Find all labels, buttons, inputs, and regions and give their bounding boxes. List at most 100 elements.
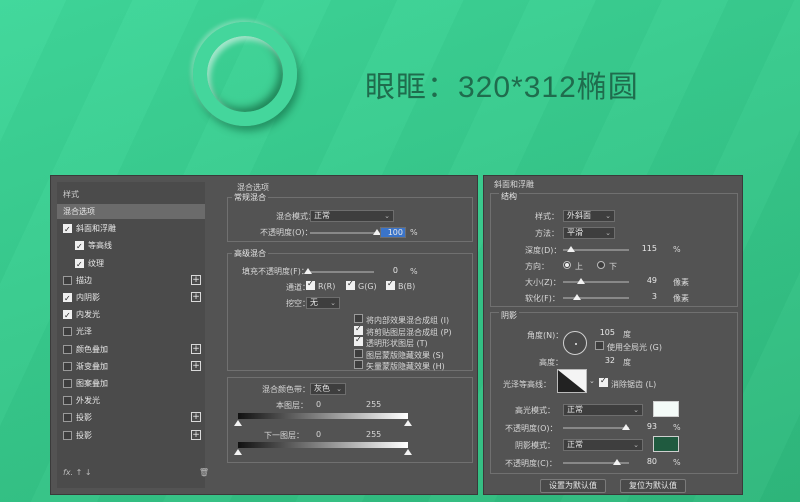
trash-icon[interactable]: 🗑	[199, 468, 209, 477]
style-list-item[interactable]: 光泽	[57, 324, 205, 339]
style-list-item[interactable]: 混合选项	[57, 204, 205, 219]
add-instance-icon[interactable]: +	[191, 343, 201, 354]
advanced-option-checkbox[interactable]	[354, 360, 363, 369]
add-instance-icon[interactable]: +	[191, 292, 201, 302]
this-layer-black-thumb[interactable]	[234, 420, 242, 426]
direction-up-label: 上	[575, 262, 583, 271]
style-enable-checkbox[interactable]	[63, 430, 72, 440]
style-enable-checkbox[interactable]	[63, 344, 72, 354]
channel-g-checkbox[interactable]	[346, 279, 355, 290]
add-instance-icon[interactable]: +	[191, 360, 201, 371]
fill-opacity-slider-thumb[interactable]	[304, 268, 312, 274]
highlight-color-swatch[interactable]	[653, 401, 679, 417]
style-enable-checkbox[interactable]	[75, 257, 84, 272]
style-list-item[interactable]: 投影 +	[57, 428, 205, 443]
chevron-down-icon: ⌄	[605, 212, 611, 220]
shadow-color-swatch[interactable]	[653, 436, 679, 452]
gloss-contour-picker[interactable]	[557, 369, 587, 393]
highlight-mode-select[interactable]: 正常 ⌄	[563, 404, 643, 416]
size-unit: 像素	[673, 278, 689, 287]
opacity-input[interactable]: 100	[380, 227, 406, 238]
style-enable-checkbox[interactable]	[75, 239, 84, 254]
channel-g-label: G(G)	[358, 282, 377, 291]
style-list-item[interactable]: 斜面和浮雕	[57, 221, 205, 237]
style-list-item[interactable]: 投影 +	[57, 410, 205, 425]
advanced-option-label: 透明形状图层 (T)	[366, 339, 428, 348]
soften-slider-thumb[interactable]	[573, 294, 581, 300]
style-enable-checkbox[interactable]	[63, 275, 72, 285]
style-enable-checkbox[interactable]	[63, 291, 72, 306]
style-select[interactable]: 外斜面 ⌄	[563, 210, 615, 222]
style-enable-checkbox[interactable]	[63, 222, 72, 237]
blend-if-select[interactable]: 灰色 ⌄	[310, 383, 346, 395]
knockout-value: 无	[310, 298, 318, 307]
style-list-item[interactable]: 颜色叠加 +	[57, 342, 205, 357]
channel-b-checkbox[interactable]	[386, 279, 395, 290]
this-layer-gradient[interactable]	[238, 413, 408, 419]
reset-default-button[interactable]: 复位为默认值	[620, 479, 686, 493]
shadow-mode-select[interactable]: 正常 ⌄	[563, 439, 643, 451]
size-slider-track[interactable]	[563, 281, 629, 283]
advanced-option-checkbox[interactable]	[354, 314, 363, 323]
angle-input[interactable]: 105	[591, 328, 617, 339]
technique-value: 平滑	[567, 228, 583, 237]
add-instance-icon[interactable]: +	[191, 429, 201, 440]
fill-opacity-slider-track[interactable]	[308, 271, 374, 273]
style-list-item[interactable]: 图案叠加	[57, 376, 205, 391]
global-light-checkbox[interactable]	[595, 341, 604, 350]
fill-opacity-input[interactable]: 0	[374, 266, 400, 277]
style-list-item[interactable]: 渐变叠加 +	[57, 359, 205, 374]
underlying-layer-black-thumb[interactable]	[234, 449, 242, 455]
opacity-unit: %	[410, 228, 418, 237]
chevron-down-icon[interactable]: ⌄	[589, 377, 595, 385]
depth-slider-thumb[interactable]	[567, 246, 575, 252]
highlight-opacity-slider-track[interactable]	[563, 427, 629, 429]
underlying-layer-gradient[interactable]	[238, 442, 408, 448]
underlying-layer-white-thumb[interactable]	[404, 449, 412, 455]
altitude-input[interactable]: 32	[591, 356, 617, 367]
technique-select[interactable]: 平滑 ⌄	[563, 227, 615, 239]
style-enable-checkbox[interactable]	[63, 379, 72, 388]
this-layer-white-thumb[interactable]	[404, 420, 412, 426]
style-list-item[interactable]: 等高线	[57, 238, 205, 254]
blend-mode-select[interactable]: 正常 ⌄	[310, 210, 394, 222]
style-enable-checkbox[interactable]	[63, 327, 72, 337]
shadow-opacity-slider-thumb[interactable]	[613, 459, 621, 465]
angle-dial[interactable]	[563, 331, 587, 355]
fx-icon[interactable]: fx. ↑ ↓	[63, 468, 92, 477]
make-default-button[interactable]: 设置为默认值	[540, 479, 606, 493]
style-enable-checkbox[interactable]	[63, 308, 72, 323]
style-enable-checkbox[interactable]	[63, 396, 72, 406]
advanced-option-checkbox[interactable]	[354, 348, 363, 358]
direction-down-radio[interactable]	[597, 261, 605, 269]
style-list-item[interactable]: 内发光	[57, 307, 205, 323]
direction-up-radio[interactable]	[563, 261, 571, 269]
add-instance-icon[interactable]: +	[191, 274, 201, 285]
highlight-opacity-slider-thumb[interactable]	[622, 424, 630, 430]
opacity-slider-track[interactable]	[310, 232, 376, 234]
size-slider-thumb[interactable]	[577, 278, 585, 284]
size-input[interactable]: 49	[633, 276, 659, 287]
style-list-item[interactable]: 描边 +	[57, 273, 205, 288]
style-list-item-label: 纹理	[88, 258, 104, 268]
knockout-select[interactable]: 无 ⌄	[306, 297, 340, 309]
highlight-opacity-input[interactable]: 93	[633, 422, 659, 433]
anti-aliased-checkbox[interactable]	[599, 376, 608, 387]
style-list-item[interactable]: 外发光	[57, 393, 205, 408]
depth-input[interactable]: 115	[633, 244, 659, 255]
style-list-item-label: 等高线	[88, 241, 112, 251]
channel-r-checkbox[interactable]	[306, 279, 315, 290]
advanced-option-checkbox[interactable]	[354, 335, 363, 346]
style-list-item[interactable]: 纹理	[57, 256, 205, 272]
blend-if-label: 混合颜色带：	[262, 385, 310, 394]
headline-text: 眼眶：320*312椭圆	[365, 71, 639, 104]
style-enable-checkbox[interactable]	[63, 361, 72, 371]
style-list-item-label: 投影	[76, 413, 92, 423]
soften-input[interactable]: 3	[633, 292, 659, 303]
style-enable-checkbox[interactable]	[63, 413, 72, 423]
highlight-mode-label: 高光模式：	[515, 406, 555, 415]
style-list-item[interactable]: 内阴影 +	[57, 290, 205, 306]
advanced-option-checkbox[interactable]	[354, 324, 363, 335]
add-instance-icon[interactable]: +	[191, 412, 201, 423]
shadow-opacity-input[interactable]: 80	[633, 457, 659, 468]
